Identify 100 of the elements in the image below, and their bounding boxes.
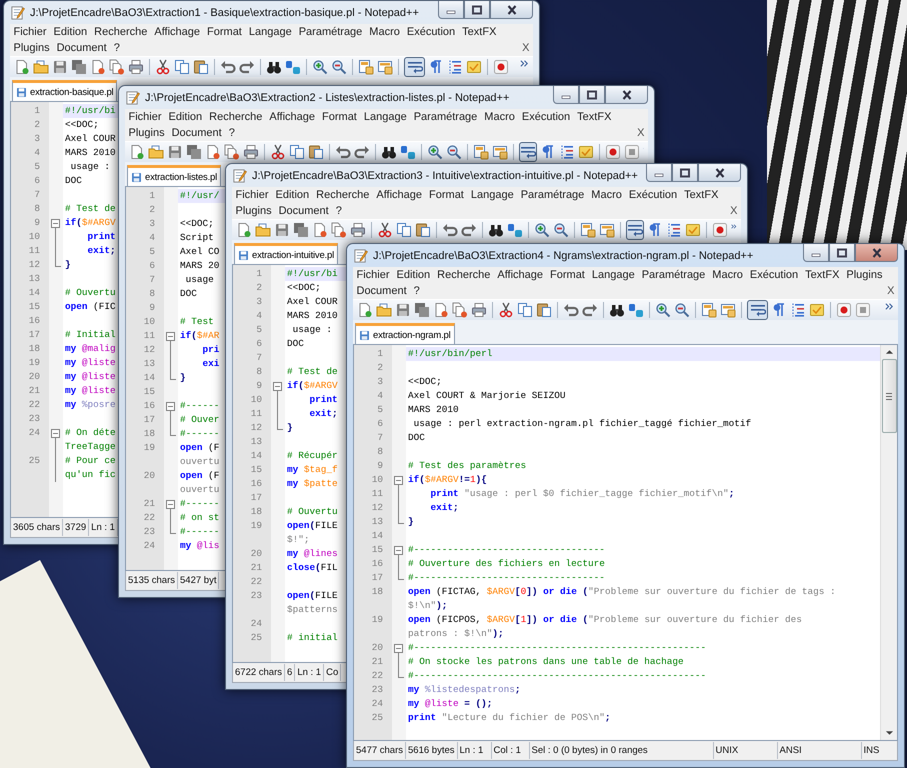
scissors-icon[interactable] xyxy=(155,59,171,75)
menu-item[interactable]: Document xyxy=(275,205,332,217)
replace-icon[interactable] xyxy=(400,144,416,160)
close-button[interactable] xyxy=(490,1,533,19)
folder-icon[interactable] xyxy=(255,222,271,238)
scroll-down-icon[interactable] xyxy=(884,730,894,736)
folder-icon[interactable] xyxy=(148,144,164,160)
word-wrap-button[interactable] xyxy=(626,220,644,240)
menu-item[interactable]: Macro xyxy=(366,26,404,38)
menu-item[interactable]: Macro xyxy=(708,269,746,281)
file-close-icon[interactable] xyxy=(205,144,221,160)
sync-vertical-icon[interactable] xyxy=(701,302,717,318)
menu-item[interactable]: Edition xyxy=(272,189,313,201)
floppy-icon[interactable] xyxy=(395,302,411,318)
chevron-icon[interactable] xyxy=(885,302,894,311)
menu-item[interactable]: Paramétrage xyxy=(638,269,709,281)
zoom-in-icon[interactable] xyxy=(427,144,443,160)
stop-icon[interactable] xyxy=(855,302,871,318)
menu-item[interactable]: Document xyxy=(168,127,226,139)
collapse-icon[interactable] xyxy=(394,546,403,554)
menu-item[interactable]: TextFX xyxy=(458,26,500,38)
menu-item[interactable]: Langage xyxy=(467,189,518,201)
word-wrap-button[interactable] xyxy=(519,142,537,162)
menu-item[interactable]: Recherche xyxy=(90,26,151,38)
printer-icon[interactable] xyxy=(243,144,259,160)
files-close-icon[interactable] xyxy=(331,222,347,238)
maximize-button[interactable] xyxy=(464,1,490,19)
menu-item[interactable]: Exécution xyxy=(746,269,802,281)
menu-item[interactable]: Recherche xyxy=(312,189,373,201)
zoom-out-icon[interactable] xyxy=(553,222,569,238)
menu-item[interactable]: Langage xyxy=(360,111,410,123)
chevron-icon[interactable] xyxy=(520,59,529,68)
scroll-up-icon[interactable] xyxy=(884,349,894,355)
scissors-icon[interactable] xyxy=(377,222,393,238)
menu-item[interactable]: Paramétrage xyxy=(410,111,481,123)
minimize-button[interactable] xyxy=(646,164,672,182)
folder-icon[interactable] xyxy=(376,302,392,318)
indent-guide-icon[interactable] xyxy=(790,302,806,318)
sync-horizontal-icon[interactable] xyxy=(720,302,736,318)
close-document-button[interactable]: X xyxy=(634,127,648,139)
clipboard-icon[interactable] xyxy=(308,144,324,160)
collapse-icon[interactable] xyxy=(166,332,175,340)
redo-icon[interactable] xyxy=(354,144,370,160)
copy-icon[interactable] xyxy=(174,59,190,75)
scrollbar[interactable] xyxy=(880,345,897,740)
clipboard-icon[interactable] xyxy=(536,302,552,318)
menu-item[interactable]: ? xyxy=(410,285,424,297)
pilcrow-icon[interactable] xyxy=(771,302,787,318)
files-close-icon[interactable] xyxy=(452,302,468,318)
stop-icon[interactable] xyxy=(624,144,640,160)
menu-item[interactable]: Format xyxy=(426,189,468,201)
scissors-icon[interactable] xyxy=(270,144,286,160)
close-button[interactable] xyxy=(605,86,648,104)
collapse-icon[interactable] xyxy=(394,476,403,484)
menu-item[interactable]: Affichage xyxy=(150,26,204,38)
replace-icon[interactable] xyxy=(507,222,523,238)
collapse-icon[interactable] xyxy=(166,500,175,508)
menu-item[interactable]: Fichier xyxy=(353,269,394,281)
word-wrap-button[interactable] xyxy=(404,57,425,77)
menu-item[interactable]: ? xyxy=(332,205,346,217)
sync-vertical-icon[interactable] xyxy=(580,222,596,238)
files-close-icon[interactable] xyxy=(109,59,125,75)
file-tab[interactable]: extraction-ngram.pl xyxy=(355,323,455,344)
menu-item[interactable]: TextFX xyxy=(802,269,843,281)
new-file-icon[interactable] xyxy=(236,222,252,238)
menu-item[interactable]: Plugins xyxy=(10,42,54,54)
menu-item[interactable]: Fichier xyxy=(125,111,166,123)
close-document-button[interactable]: X xyxy=(884,285,898,297)
file-tab[interactable]: extraction-listes.pl xyxy=(127,165,222,186)
folder-icon[interactable] xyxy=(33,59,49,75)
maximize-button[interactable] xyxy=(829,244,855,262)
pilcrow-icon[interactable] xyxy=(540,144,556,160)
floppy-icon[interactable] xyxy=(274,222,290,238)
menu-item[interactable]: ? xyxy=(110,42,124,54)
sync-horizontal-icon[interactable] xyxy=(377,59,393,75)
menu-item[interactable]: Edition xyxy=(50,26,91,38)
menu-item[interactable]: Fichier xyxy=(10,26,50,38)
collapse-icon[interactable] xyxy=(394,644,403,652)
close-document-button[interactable]: X xyxy=(518,42,533,54)
indent-guide-icon[interactable] xyxy=(447,59,463,75)
printer-icon[interactable] xyxy=(350,222,366,238)
redo-icon[interactable] xyxy=(582,302,598,318)
maximize-button[interactable] xyxy=(579,86,605,104)
printer-icon[interactable] xyxy=(471,302,487,318)
minimize-button[interactable] xyxy=(438,1,464,19)
maximize-button[interactable] xyxy=(672,164,698,182)
menu-item[interactable]: Plugins xyxy=(125,127,168,139)
menu-item[interactable]: Exécution xyxy=(403,26,459,38)
menu-item[interactable]: Paramétrage xyxy=(517,189,588,201)
menu-item[interactable]: Affichage xyxy=(372,189,426,201)
floppy-icon[interactable] xyxy=(52,59,68,75)
printer-icon[interactable] xyxy=(128,59,144,75)
sync-vertical-icon[interactable] xyxy=(473,144,489,160)
undo-icon[interactable] xyxy=(563,302,579,318)
indent-guide-icon[interactable] xyxy=(666,222,682,238)
pilcrow-icon[interactable] xyxy=(428,59,444,75)
record-icon[interactable] xyxy=(712,222,728,238)
redo-icon[interactable] xyxy=(239,59,255,75)
redo-icon[interactable] xyxy=(461,222,477,238)
collapse-icon[interactable] xyxy=(166,402,175,410)
